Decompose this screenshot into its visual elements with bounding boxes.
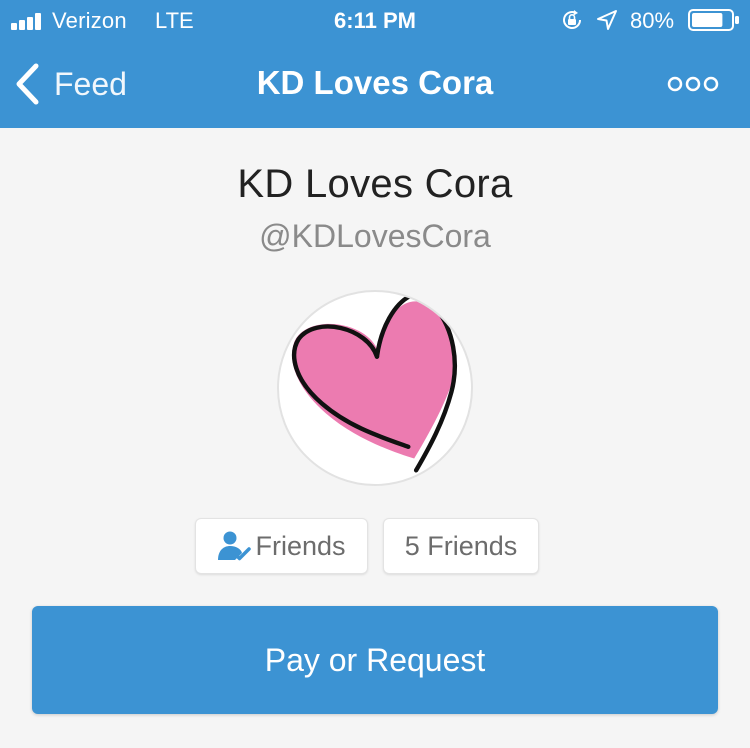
more-dots-icon[interactable] [666,70,720,98]
friends-count-label: 5 Friends [404,530,518,561]
friends-status-button[interactable]: Friends [195,518,368,574]
pay-or-request-label: Pay or Request [264,641,486,678]
location-arrow-icon [597,10,617,30]
friends-count-button[interactable]: 5 Friends [383,518,539,574]
profile-screen: Verizon LTE 6:11 PM 80% Feed KD Loves Co… [0,0,750,748]
header: Verizon LTE 6:11 PM 80% Feed KD Loves Co… [0,0,750,128]
nav-bar: Feed KD Loves Cora [0,40,750,128]
heart-icon [292,293,458,473]
friends-status-label: Friends [255,530,346,561]
friend-check-icon [218,531,252,561]
battery-icon [688,9,739,31]
avatar[interactable] [277,290,473,486]
status-bar: Verizon LTE 6:11 PM 80% [0,0,750,40]
nav-title: KD Loves Cora [256,64,494,101]
pay-or-request-button[interactable]: Pay or Request [32,606,718,714]
profile-name: KD Loves Cora [237,162,513,206]
profile-handle: @KDLovesCora [259,218,491,254]
orientation-lock-icon [563,10,581,29]
battery-percent: 80% [630,8,675,33]
